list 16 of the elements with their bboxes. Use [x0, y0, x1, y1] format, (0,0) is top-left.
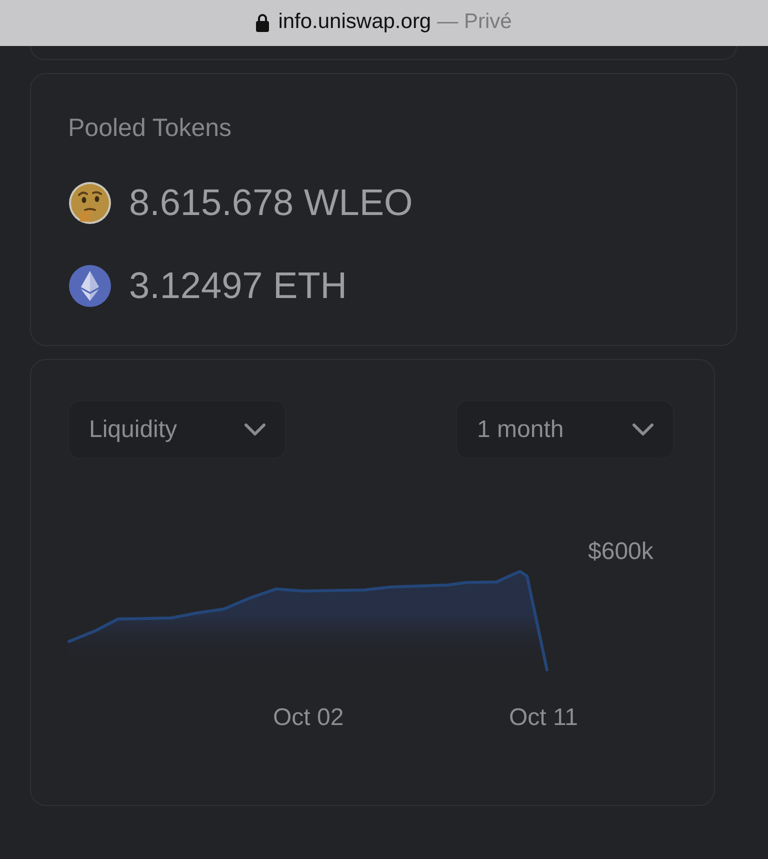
token-amount: 3.12497 ETH	[129, 265, 348, 307]
lock-icon	[256, 12, 270, 32]
chevron-down-icon	[632, 422, 654, 436]
axis-label: Oct 02	[273, 704, 344, 732]
domain-text: info.uniswap.org	[278, 10, 432, 34]
dropdown-button[interactable]: Liquidity	[68, 400, 286, 459]
axis-label: $600k	[588, 538, 654, 566]
chevron-down-icon	[244, 422, 266, 436]
diamond-coin-icon	[68, 264, 112, 308]
card-title: Pooled Tokens	[68, 114, 232, 142]
dropdown-button[interactable]: 1 month	[456, 400, 674, 459]
axis-label: Oct 11	[509, 704, 578, 732]
address-bar[interactable]: info.uniswap.org — Privé	[0, 0, 768, 46]
thinking-face-icon	[68, 181, 112, 225]
token-amount: 8.615.678 WLEO	[129, 182, 413, 224]
private-mode-label: — Privé	[437, 10, 512, 34]
